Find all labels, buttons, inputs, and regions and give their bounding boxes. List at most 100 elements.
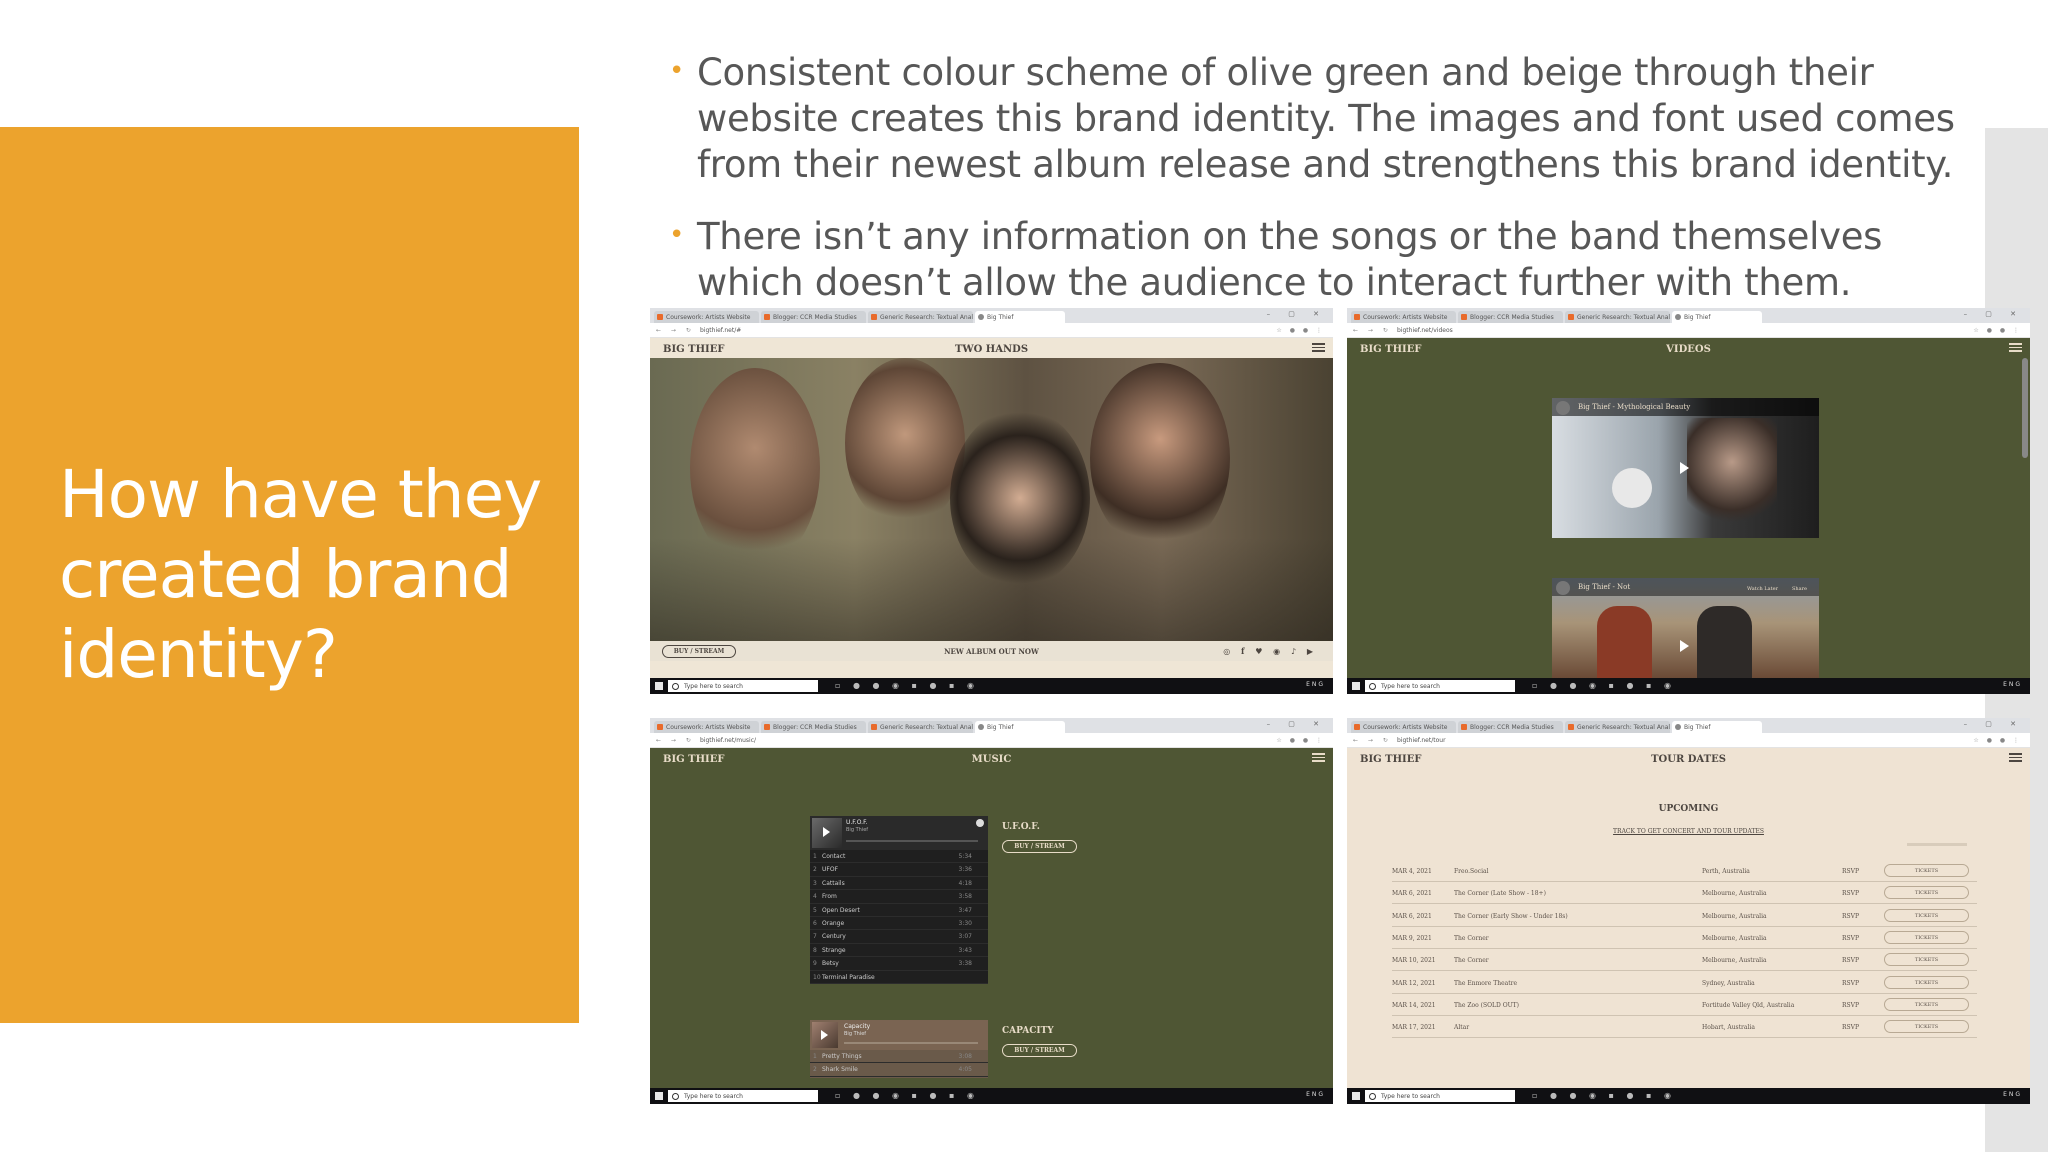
tickets-button[interactable]: TICKETS [1884, 864, 1969, 877]
progress-bar[interactable] [846, 840, 978, 842]
windows-start-icon[interactable] [655, 1092, 663, 1100]
watch-later-button[interactable]: Watch Later [1747, 586, 1778, 592]
hamburger-menu-icon[interactable] [2009, 753, 2022, 762]
nav-arrows-icon[interactable]: ← → ↻ [1353, 737, 1392, 744]
track-row[interactable]: 10 Terminal Paradise [810, 971, 988, 984]
address-bar[interactable]: ← → ↻ bigthief.net/music/ ☆ ● ● ⋮ [650, 733, 1333, 748]
track-row[interactable]: 6 Orange 3:30 [810, 917, 988, 931]
browser-tab-active[interactable]: Big Thief [975, 721, 1065, 733]
track-row[interactable]: 2 UFOF 3:36 [810, 863, 988, 877]
browser-tab[interactable]: Blogger: CCR Media Studies [1458, 721, 1563, 733]
tour-slider[interactable] [1907, 843, 1967, 846]
share-button[interactable]: Share [1792, 586, 1807, 592]
video-embed[interactable]: Big Thief - Not Watch Later Share [1552, 578, 1819, 678]
window-controls[interactable]: – ▢ ✕ [1267, 720, 1327, 728]
browser-tab-active[interactable]: Big Thief [1672, 311, 1762, 323]
track-row[interactable]: 1 Contact 5:34 [810, 850, 988, 864]
play-icon[interactable] [823, 827, 830, 837]
extensions-icon[interactable]: ☆ ● ● ⋮ [1276, 327, 1325, 334]
rsvp-link[interactable]: RSVP [1842, 1024, 1859, 1031]
track-row[interactable]: 3 Cattails 4:18 [810, 877, 988, 891]
extensions-icon[interactable]: ☆ ● ● ⋮ [1276, 737, 1325, 744]
taskbar-search[interactable]: Type here to search [1365, 680, 1515, 692]
browser-tab[interactable]: Coursework: Artists Website [1351, 311, 1456, 323]
extensions-icon[interactable]: ☆ ● ● ⋮ [1973, 327, 2022, 334]
video-title[interactable]: Big Thief - Not [1578, 583, 1630, 591]
address-bar[interactable]: ← → ↻ bigthief.net/# ☆ ● ● ⋮ [650, 323, 1333, 338]
hamburger-menu-icon[interactable] [1312, 343, 1325, 352]
tickets-button[interactable]: TICKETS [1884, 886, 1969, 900]
rsvp-link[interactable]: RSVP [1842, 935, 1859, 942]
taskbar-apps-icons[interactable]: ▫ ● ● ◉ ▪ ● ▪ ◉ [835, 1091, 979, 1100]
browser-tab-active[interactable]: Big Thief [1672, 721, 1762, 733]
video-embed[interactable]: Big Thief - Mythological Beauty [1552, 398, 1819, 538]
track-row[interactable]: 4 From 3:58 [810, 890, 988, 904]
windows-start-icon[interactable] [1352, 682, 1360, 690]
browser-tab[interactable]: Blogger: CCR Media Studies [761, 311, 866, 323]
tickets-button[interactable]: TICKETS [1884, 997, 1969, 1011]
buy-stream-button[interactable]: BUY / STREAM [1002, 840, 1077, 853]
taskbar-search[interactable]: Type here to search [668, 1090, 818, 1102]
tickets-button[interactable]: TICKETS [1884, 953, 1969, 967]
progress-bar[interactable] [844, 1042, 978, 1044]
rsvp-link[interactable]: RSVP [1842, 890, 1859, 897]
system-tray[interactable]: ENG [2003, 681, 2022, 688]
extensions-icon[interactable]: ☆ ● ● ⋮ [1973, 737, 2022, 744]
play-icon[interactable] [1680, 462, 1689, 474]
window-controls[interactable]: – ▢ ✕ [1267, 310, 1327, 318]
play-icon[interactable] [821, 1030, 828, 1040]
windows-start-icon[interactable] [1352, 1092, 1360, 1100]
hamburger-menu-icon[interactable] [2009, 343, 2022, 352]
taskbar-apps-icons[interactable]: ▫ ● ● ◉ ▪ ● ▪ ◉ [1532, 681, 1676, 690]
rsvp-link[interactable]: RSVP [1842, 1002, 1859, 1009]
rsvp-link[interactable]: RSVP [1842, 913, 1859, 920]
browser-tab[interactable]: Generic Research: Textual Anal [868, 311, 973, 323]
system-tray[interactable]: ENG [1306, 681, 1325, 688]
window-controls[interactable]: – ▢ ✕ [1964, 720, 2024, 728]
rsvp-link[interactable]: RSVP [1842, 957, 1859, 964]
system-tray[interactable]: ENG [2003, 1091, 2022, 1098]
address-bar[interactable]: ← → ↻ bigthief.net/videos ☆ ● ● ⋮ [1347, 323, 2030, 338]
windows-start-icon[interactable] [655, 682, 663, 690]
album-player-capacity[interactable]: Capacity Big Thief 1 Pretty Things 3:08 2 Sh… [810, 1020, 988, 1078]
buy-stream-button[interactable]: BUY / STREAM [1002, 1044, 1077, 1057]
social-icons[interactable]: ◎ f ♥ ◉ ♪ ▶ [1223, 646, 1317, 656]
taskbar-apps-icons[interactable]: ▫ ● ● ◉ ▪ ● ▪ ◉ [835, 681, 979, 690]
tickets-button[interactable]: TICKETS [1884, 908, 1969, 922]
rsvp-link[interactable]: RSVP [1842, 868, 1859, 875]
track-row[interactable]: 8 Strange 3:43 [810, 944, 988, 958]
nav-arrows-icon[interactable]: ← → ↻ [656, 327, 695, 334]
track-row[interactable]: 7 Century 3:07 [810, 930, 988, 944]
system-tray[interactable]: ENG [1306, 1091, 1325, 1098]
browser-tab[interactable]: Blogger: CCR Media Studies [1458, 311, 1563, 323]
play-icon[interactable] [1680, 640, 1689, 652]
track-row[interactable]: 5 Open Desert 3:47 [810, 904, 988, 917]
browser-tab[interactable]: Coursework: Artists Website [654, 721, 759, 733]
tickets-button[interactable]: TICKETS [1884, 930, 1969, 944]
track-row[interactable]: 1 Pretty Things 3:08 [810, 1050, 988, 1064]
taskbar-search[interactable]: Type here to search [1365, 1090, 1515, 1102]
browser-tab-active[interactable]: Big Thief [975, 311, 1065, 323]
video-title[interactable]: Big Thief - Mythological Beauty [1578, 403, 1690, 411]
tickets-button[interactable]: TICKETS [1884, 975, 1969, 989]
address-bar[interactable]: ← → ↻ bigthief.net/tour ☆ ● ● ⋮ [1347, 733, 2030, 748]
window-controls[interactable]: – ▢ ✕ [1964, 310, 2024, 318]
browser-tab[interactable]: Coursework: Artists Website [1351, 721, 1456, 733]
track-row[interactable]: 9 Betsy 3:38 [810, 957, 988, 971]
album-player-ufof[interactable]: U.F.O.F. Big Thief 1 Contact 5:34 2 UFOF 3:36… [810, 816, 988, 984]
tickets-button[interactable]: TICKETS [1884, 1020, 1969, 1034]
hamburger-menu-icon[interactable] [1312, 753, 1325, 762]
browser-tab[interactable]: Generic Research: Textual Anal [1565, 721, 1670, 733]
track-updates-link[interactable]: TRACK TO GET CONCERT AND TOUR UPDATES [1347, 828, 2030, 835]
nav-arrows-icon[interactable]: ← → ↻ [1353, 327, 1392, 334]
track-row[interactable]: 2 Shark Smile 4:05 [810, 1063, 988, 1077]
browser-tab[interactable]: Coursework: Artists Website [654, 311, 759, 323]
scrollbar[interactable] [2022, 358, 2028, 458]
nav-arrows-icon[interactable]: ← → ↻ [656, 737, 695, 744]
taskbar-search[interactable]: Type here to search [668, 680, 818, 692]
taskbar-apps-icons[interactable]: ▫ ● ● ◉ ▪ ● ▪ ◉ [1532, 1091, 1676, 1100]
browser-tab[interactable]: Generic Research: Textual Anal [1565, 311, 1670, 323]
browser-tab[interactable]: Blogger: CCR Media Studies [761, 721, 866, 733]
rsvp-link[interactable]: RSVP [1842, 980, 1859, 987]
browser-tab[interactable]: Generic Research: Textual Anal [868, 721, 973, 733]
